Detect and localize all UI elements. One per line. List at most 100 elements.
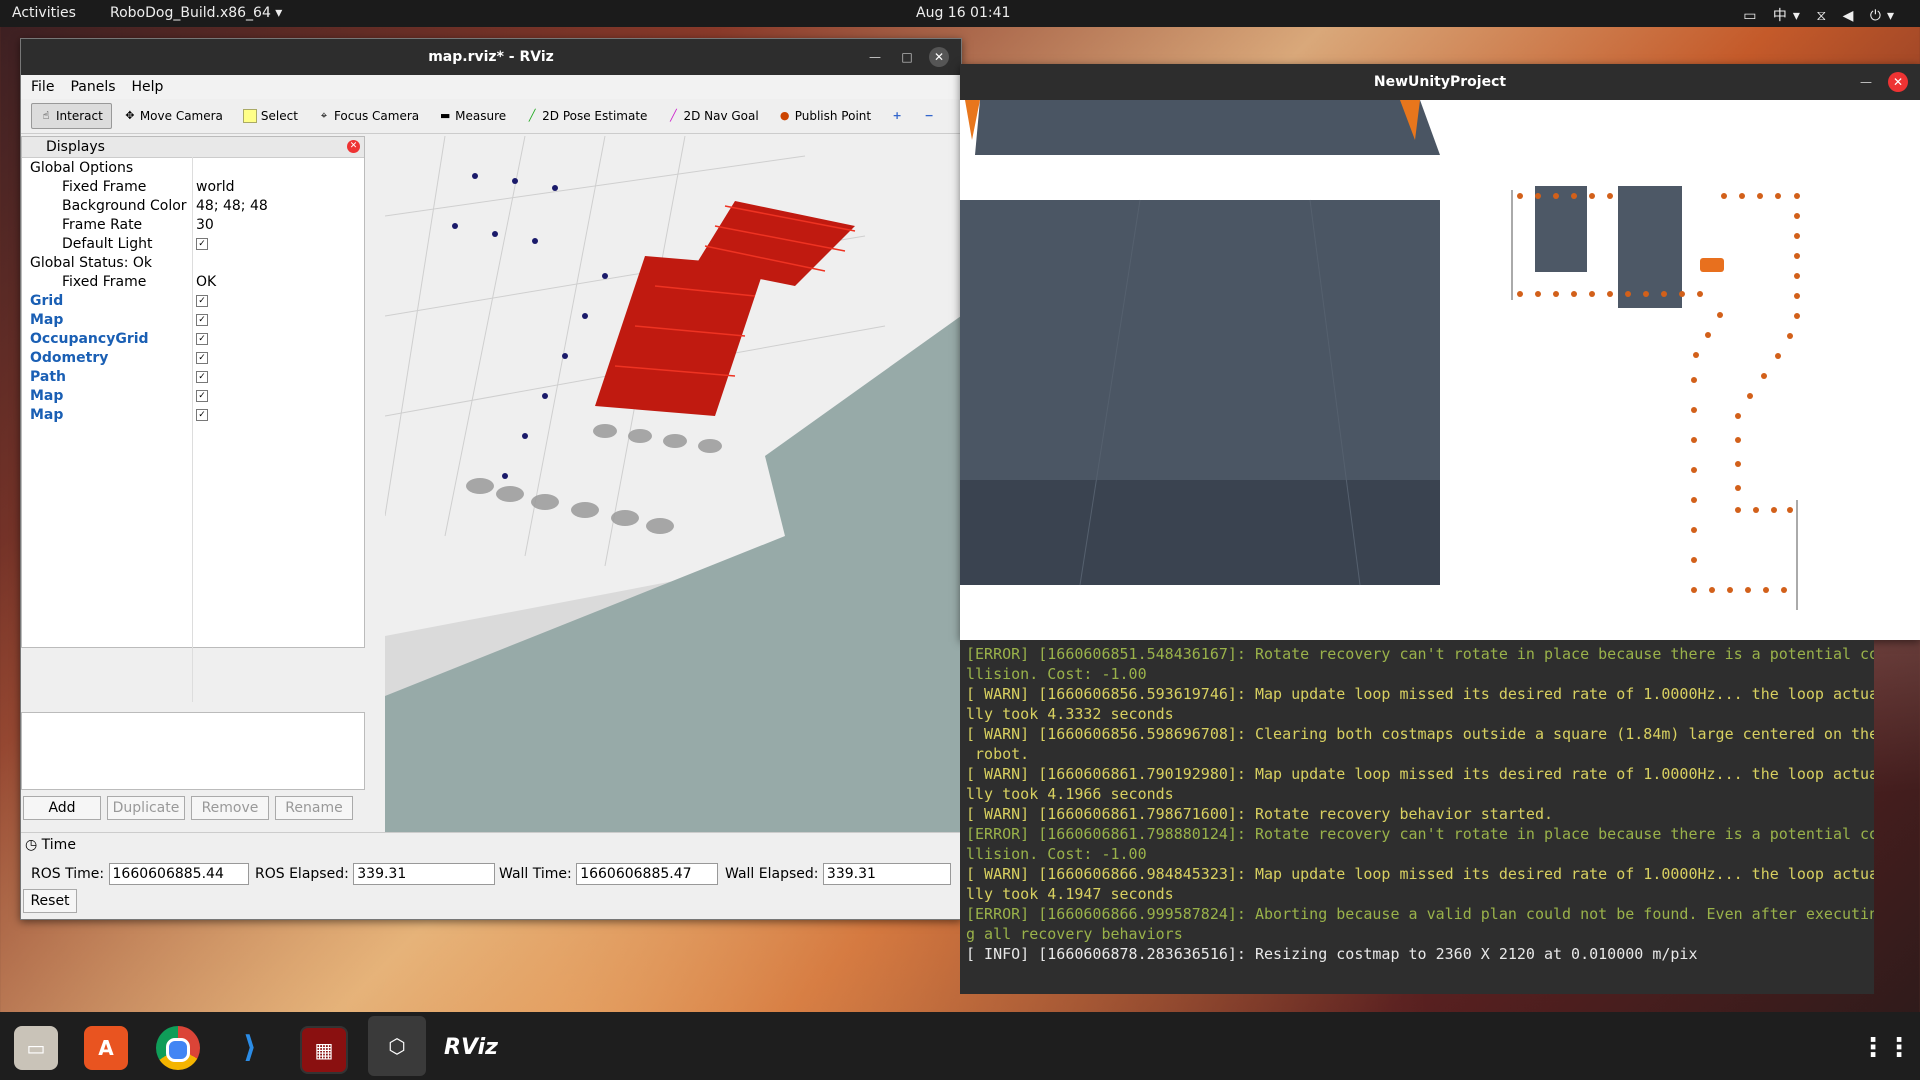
display-value[interactable]: ✓ [196, 313, 208, 326]
display-name: Default Light [62, 235, 153, 252]
vscode-icon[interactable]: ⟩ [228, 1026, 272, 1070]
rviz-titlebar[interactable]: map.rviz* - RViz — □ ✕ [21, 39, 961, 75]
display-row[interactable]: Default Light ✓ [22, 234, 364, 253]
tool-label: Publish Point [794, 109, 872, 123]
display-name: Map [30, 406, 64, 423]
wall-elapsed-label: Wall Elapsed: [725, 866, 819, 882]
window-title: NewUnityProject [1373, 74, 1507, 90]
duplicate-button[interactable]: Duplicate [107, 796, 185, 820]
display-row[interactable]: OccupancyGrid ✓ [22, 329, 364, 348]
display-row[interactable]: Fixed Frame OK [22, 272, 364, 291]
display-row[interactable]: Map ✓ [22, 405, 364, 424]
files-icon[interactable]: ▭ [14, 1026, 58, 1070]
display-buttons: Add Duplicate Remove Rename [23, 796, 353, 820]
display-value[interactable]: ✓ [196, 370, 208, 383]
menu-help[interactable]: Help [132, 79, 164, 95]
display-row[interactable]: Odometry ✓ [22, 348, 364, 367]
unity-game-view[interactable] [960, 100, 1440, 640]
pin-icon: ● [779, 109, 790, 122]
display-row[interactable]: Map ✓ [22, 310, 364, 329]
display-value[interactable]: ✓ [196, 351, 208, 364]
terminal-line: [ERROR] [1660606866.999587824]: Aborting… [966, 905, 1874, 923]
remove-tool-button[interactable]: − [915, 105, 943, 127]
wall-elapsed-input[interactable] [822, 863, 951, 885]
terminal-line: lly took 4.3332 seconds [966, 705, 1174, 723]
tool-interact[interactable]: ☝ Interact [31, 103, 112, 129]
minimize-icon[interactable]: — [1856, 72, 1876, 92]
terminal-output[interactable]: [ERROR] [1660606851.548436167]: Rotate r… [960, 640, 1874, 994]
time-header: ◷ Time [25, 837, 76, 853]
menu-file[interactable]: File [31, 79, 54, 95]
activities-button[interactable]: Activities [12, 5, 76, 21]
tool-pose-estimate[interactable]: ╱ 2D Pose Estimate [518, 104, 655, 128]
reset-button[interactable]: Reset [23, 889, 77, 913]
ros-time-input[interactable] [108, 863, 249, 885]
close-icon[interactable]: ✕ [1888, 72, 1908, 92]
display-name: Global Status: Ok [30, 254, 153, 271]
tool-publish-point[interactable]: ● Publish Point [771, 104, 879, 128]
display-name: Grid [30, 292, 64, 309]
display-name: Map [30, 387, 64, 404]
display-value[interactable]: ✓ [196, 408, 208, 421]
display-value[interactable]: ✓ [196, 294, 208, 307]
display-name: Odometry [30, 349, 109, 366]
maximize-icon[interactable]: □ [897, 47, 917, 67]
close-icon[interactable]: ✕ [929, 47, 949, 67]
pink-arrow-icon: ╱ [670, 109, 677, 122]
display-value[interactable]: ✓ [196, 237, 208, 250]
ros-time-field: ROS Time: [31, 863, 249, 885]
unity-minimap[interactable] [1440, 100, 1920, 640]
minimize-icon[interactable]: — [865, 47, 885, 67]
green-arrow-icon: ╱ [528, 109, 536, 122]
unity-icon[interactable]: ⬡ [368, 1016, 426, 1076]
wall-elapsed-field: Wall Elapsed: [725, 863, 951, 885]
tool-nav-goal[interactable]: ╱ 2D Nav Goal [659, 104, 766, 128]
3d-viewport[interactable] [385, 136, 961, 844]
tool-measure[interactable]: ▬ Measure [431, 104, 514, 128]
display-row[interactable]: Grid ✓ [22, 291, 364, 310]
close-panel-icon[interactable]: ✕ [347, 140, 360, 153]
terminal-line: [ WARN] [1660606861.790192980]: Map upda… [966, 765, 1874, 783]
displays-header: Displays ✕ [22, 137, 364, 158]
rename-button[interactable]: Rename [275, 796, 353, 820]
terminal-line: [ INFO] [1660606878.283636516]: Resizing… [966, 945, 1698, 963]
wall-time-label: Wall Time: [499, 866, 572, 882]
display-row[interactable]: Global Options [22, 158, 364, 177]
display-row[interactable]: Frame Rate 30 [22, 215, 364, 234]
display-row[interactable]: Background Color 48; 48; 48 [22, 196, 364, 215]
rviz-icon[interactable]: RViz [444, 1026, 498, 1070]
ros-elapsed-input[interactable] [353, 863, 496, 885]
displays-panel: Displays ✕ Global Options Fixed Frame worl… [21, 136, 365, 702]
tool-select[interactable]: Select [235, 104, 306, 128]
unity-titlebar[interactable]: NewUnityProject — ✕ [960, 64, 1920, 100]
remove-button[interactable]: Remove [191, 796, 269, 820]
menu-panels[interactable]: Panels [70, 79, 115, 95]
display-value[interactable]: ✓ [196, 389, 208, 402]
time-title: Time [41, 837, 76, 853]
display-row[interactable]: Fixed Frame world [22, 177, 364, 196]
menubar: File Panels Help [21, 75, 961, 99]
tool-focus-camera[interactable]: ⌖ Focus Camera [310, 104, 427, 128]
display-value: 30 [196, 216, 214, 233]
display-row[interactable]: Global Status: Ok [22, 253, 364, 272]
terminal-icon[interactable]: ▦ [300, 1026, 348, 1074]
tool-move-camera[interactable]: ✥ Move Camera [116, 104, 231, 128]
app-menu[interactable]: RoboDog_Build.x86_64 ▾ [110, 5, 282, 21]
software-icon[interactable]: A [84, 1026, 128, 1070]
display-value[interactable]: ✓ [196, 332, 208, 345]
terminal-line: [ WARN] [1660606861.798671600]: Rotate r… [966, 805, 1553, 823]
display-row[interactable]: Path ✓ [22, 367, 364, 386]
ros-time-label: ROS Time: [31, 866, 105, 882]
dock: ▭ A ⟩ ▦ ⬡ RViz ⋮⋮⋮ [0, 1012, 1920, 1080]
system-tray[interactable]: ▭ 中▾ ⧖ ◀ ⏻▾ [1743, 5, 1900, 25]
display-name: Global Options [30, 159, 134, 176]
wall-time-input[interactable] [576, 863, 719, 885]
display-name: Map [30, 311, 64, 328]
add-tool-button[interactable]: + [883, 105, 911, 127]
display-row[interactable]: Map ✓ [22, 386, 364, 405]
chrome-icon[interactable] [156, 1026, 200, 1070]
clock[interactable]: Aug 16 01:41 [916, 5, 1010, 21]
display-name: Path [30, 368, 66, 385]
app-grid-icon[interactable]: ⋮⋮⋮ [1860, 1026, 1920, 1070]
add-button[interactable]: Add [23, 796, 101, 820]
